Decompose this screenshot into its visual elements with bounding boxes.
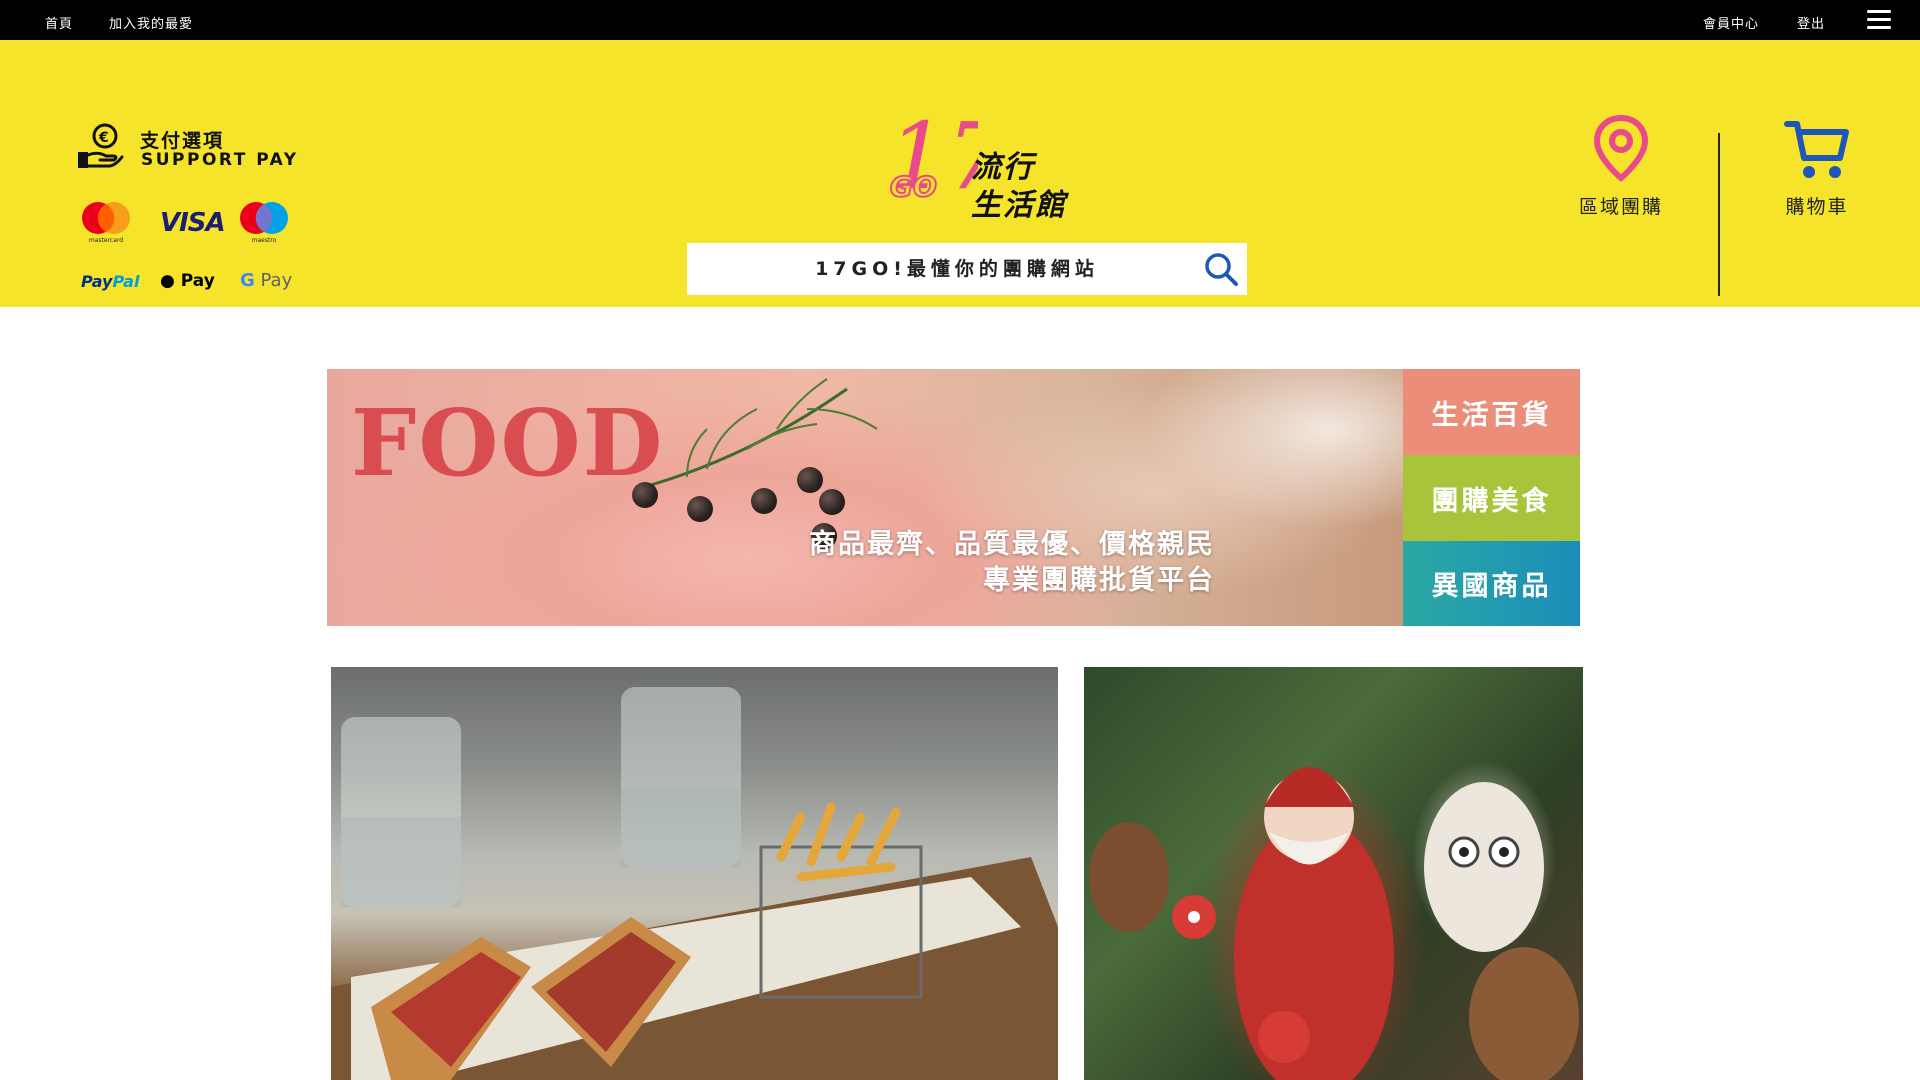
payment-title-zh: 支付選項	[140, 130, 225, 152]
banner-food-image[interactable]: FOOD 商品最齊、品質最優、價格親民 專業團購批貨平台	[327, 369, 1403, 626]
mastercard-logo: mastercard	[82, 202, 130, 244]
hand-coin-icon: €	[78, 123, 124, 168]
banner-slogan-line1: 商品最齊、品質最優、價格親民	[809, 529, 1215, 560]
logo-line2: 生活館	[971, 188, 1067, 223]
maestro-logo: maestro	[240, 202, 288, 244]
santa-ornament-image	[1089, 767, 1579, 1080]
food-photo-card[interactable]	[331, 667, 1058, 1080]
paypal-logo-part1: Pay	[81, 272, 113, 291]
logout-link[interactable]: 登出	[1797, 13, 1825, 32]
paypal-logo: PayPal	[81, 272, 139, 291]
category-daily-goods-button[interactable]: 生活百貨	[1403, 369, 1580, 455]
mastercard-caption: mastercard	[89, 237, 123, 244]
region-group-buy-button[interactable]: 區域團購	[1556, 114, 1686, 219]
apple-icon: ●	[160, 271, 175, 291]
apple-pay-text: Pay	[174, 271, 215, 291]
search-input[interactable]	[687, 243, 1187, 295]
category-group-food-button[interactable]: 團購美食	[1403, 455, 1580, 541]
hamburger-menu-icon[interactable]	[1867, 10, 1891, 30]
banner-slogan: 商品最齊、品質最優、價格親民 專業團購批貨平台	[809, 527, 1215, 599]
logo-mark: 17 GO	[888, 108, 978, 210]
banner-food-word: FOOD	[351, 389, 665, 497]
google-pay-logo: G Pay	[240, 270, 292, 291]
cart-label: 購物車	[1785, 196, 1849, 218]
region-group-buy-label: 區域團購	[1578, 196, 1663, 218]
home-link[interactable]: 首頁	[45, 13, 73, 32]
hero-banner: FOOD 商品最齊、品質最優、價格親民 專業團購批貨平台 生活百貨 團購美食 異…	[327, 369, 1580, 626]
google-g-icon: G	[240, 270, 255, 291]
site-logo[interactable]: 17 GO 流行 生活館	[888, 108, 1068, 224]
add-favorite-link[interactable]: 加入我的最愛	[109, 13, 193, 32]
member-center-link[interactable]: 會員中心	[1703, 13, 1759, 32]
search-icon[interactable]	[1203, 251, 1239, 287]
visa-logo: VISA	[160, 208, 226, 238]
svg-text:€: €	[98, 130, 109, 146]
payment-title-en: SUPPORT PAY	[141, 150, 299, 170]
google-pay-text: Pay	[254, 270, 293, 291]
top-bar: 首頁 加入我的最愛 會員中心 登出	[0, 0, 1920, 40]
dill-herb-image	[636, 378, 878, 491]
site-header: € 支付選項 SUPPORT PAY mastercard VISA maest…	[0, 40, 1920, 307]
shopping-cart-icon	[1784, 121, 1849, 178]
category-foreign-goods-button[interactable]: 異國商品	[1403, 541, 1580, 626]
search-bar	[687, 243, 1247, 295]
logo-go: GO	[890, 170, 937, 203]
apple-pay-logo: ● Pay	[160, 271, 215, 291]
payment-options-title: € 支付選項 SUPPORT PAY	[76, 122, 306, 172]
sandwich-fries-image	[331, 687, 1058, 1080]
maestro-caption: maestro	[252, 237, 277, 244]
banner-slogan-line2: 專業團購批貨平台	[983, 565, 1215, 596]
nav-divider	[1718, 133, 1720, 296]
cart-button[interactable]: 購物車	[1752, 118, 1882, 219]
christmas-photo-card[interactable]	[1084, 667, 1583, 1080]
paypal-logo-part2: Pal	[112, 272, 140, 291]
location-pin-icon	[1593, 114, 1649, 182]
